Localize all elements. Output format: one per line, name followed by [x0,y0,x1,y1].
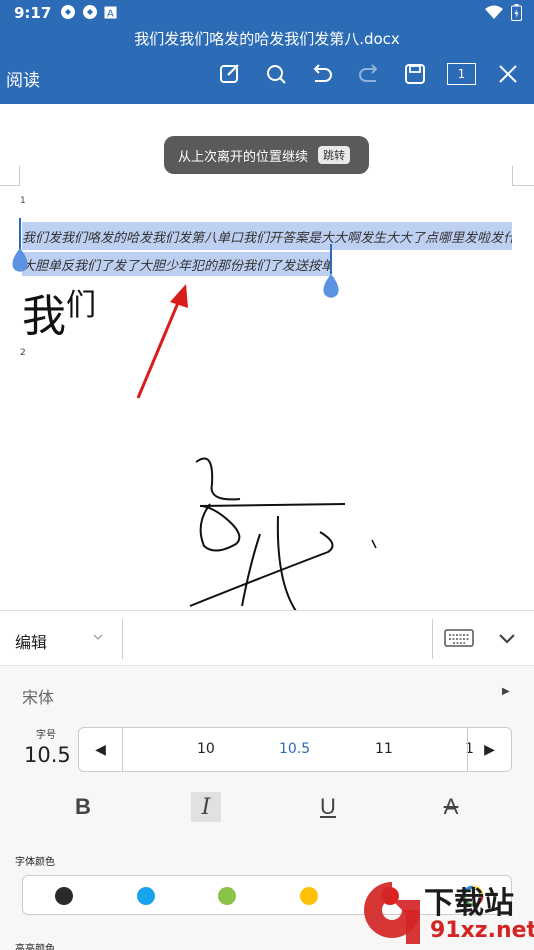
font-family-row[interactable] [0,668,534,718]
top-app-bar: 9:17 A 我们发我们咯发的哈发我们发第八.docx 阅读 1 [0,0,534,104]
selection-start-handle-icon[interactable] [9,248,31,274]
toolbar-divider [122,619,123,659]
wifi-icon [485,5,503,19]
chevron-right-icon[interactable]: ▶ [502,686,510,697]
document-canvas[interactable]: 从上次离开的位置继续 跳转 1 我们发我们咯发的哈发我们发第八单口我们开答案是大… [0,104,534,610]
status-time: 9:17 [14,4,52,22]
notification-a-icon: A [104,6,117,19]
color-swatch-green[interactable] [218,887,236,905]
close-icon[interactable] [494,60,522,88]
app-root: 9:17 A 我们发我们咯发的哈发我们发第八.docx 阅读 1 从上次离开的位… [0,0,534,950]
font-family-value[interactable]: 宋体 [22,684,54,708]
keyboard-icon[interactable] [444,629,474,649]
font-size-caption: 字号 [36,730,56,741]
line-text: 大胆单反我们了发了大胆少年犯的那份我们了发送按单发 [22,258,332,274]
watermark-url: 91xz.net [430,918,534,943]
selection-end-cursor [330,244,332,274]
edit-toolbar: 编辑 [0,610,534,666]
chevron-down-icon[interactable] [92,633,104,643]
small-char: 们 [66,288,96,323]
edit-icon[interactable] [216,60,244,88]
line-text: 我们发我们咯发的哈发我们发第八单口我们开答案是大大啊发生大大了点哪里发啦发什么 [22,230,512,246]
font-size-value: 10.5 [24,743,71,767]
toast-message: 从上次离开的位置继续 [178,149,309,165]
notification-app-icon [61,5,75,19]
size-prev-icon[interactable]: ◀ [79,728,123,771]
paragraph-number: 2 [20,348,26,358]
highlight-color-caption: 高亮颜色 [15,944,55,950]
edit-panel: 编辑 宋体 ▶ 字号 10.5 ◀ 10 10.5 11 1 ▶ B I U A… [0,610,534,950]
document-title: 我们发我们咯发的哈发我们发第八.docx [134,30,400,48]
notification-app-icon [83,5,97,19]
selected-text-line[interactable]: 我们发我们咯发的哈发我们发第八单口我们开答案是大大啊发生大大了点哪里发啦发什么 [22,222,512,250]
color-swatch-yellow[interactable] [300,887,318,905]
selected-text-line[interactable]: 大胆单反我们了发了大胆少年犯的那份我们了发送按单发 [22,252,332,276]
size-option-selected[interactable]: 10.5 [279,741,310,757]
underline-button[interactable]: U [313,792,343,822]
page-corner-mark [512,166,534,186]
font-color-caption: 字体颜色 [15,857,55,868]
watermark-text: 下载站 [424,886,514,921]
save-icon[interactable] [401,60,429,88]
color-swatch-blue[interactable] [137,887,155,905]
undo-icon[interactable] [308,60,336,88]
reading-mode-label[interactable]: 阅读 [6,66,40,91]
bold-button[interactable]: B [68,792,98,822]
status-notification-icons: A [60,4,117,20]
color-swatch-black[interactable] [55,887,73,905]
size-option[interactable]: 10 [197,741,215,757]
search-icon[interactable] [262,60,290,88]
battery-icon [511,4,522,21]
annotation-arrow-icon [136,284,188,399]
edit-mode-label[interactable]: 编辑 [15,629,47,653]
toolbar-divider [432,619,433,659]
collapse-chevron-icon[interactable] [498,633,516,645]
jump-button[interactable]: 跳转 [318,146,351,164]
page-count-icon[interactable]: 1 [447,63,476,85]
font-size-picker[interactable]: ◀ 10 10.5 11 1 ▶ [78,727,512,772]
paragraph-number: 1 [20,196,26,206]
strikethrough-button[interactable]: A [436,792,466,822]
large-char: 我 [22,291,66,342]
large-text-run[interactable]: 我们 [22,280,96,344]
page-corner-mark [0,166,20,186]
resume-position-toast: 从上次离开的位置继续 跳转 [164,136,369,174]
watermark-emblem-icon [364,882,420,944]
size-option[interactable]: 11 [375,741,393,757]
size-next-icon[interactable]: ▶ [467,728,511,771]
svg-text:A: A [107,8,114,19]
italic-button[interactable]: I [191,792,221,822]
selection-end-handle-icon[interactable] [320,274,342,300]
handwriting-ink[interactable] [180,444,390,610]
selection-start-cursor [19,218,21,252]
status-system-icons [485,4,522,21]
redo-icon[interactable] [355,60,383,88]
watermark-logo: 下载站 91xz.net [362,878,534,948]
